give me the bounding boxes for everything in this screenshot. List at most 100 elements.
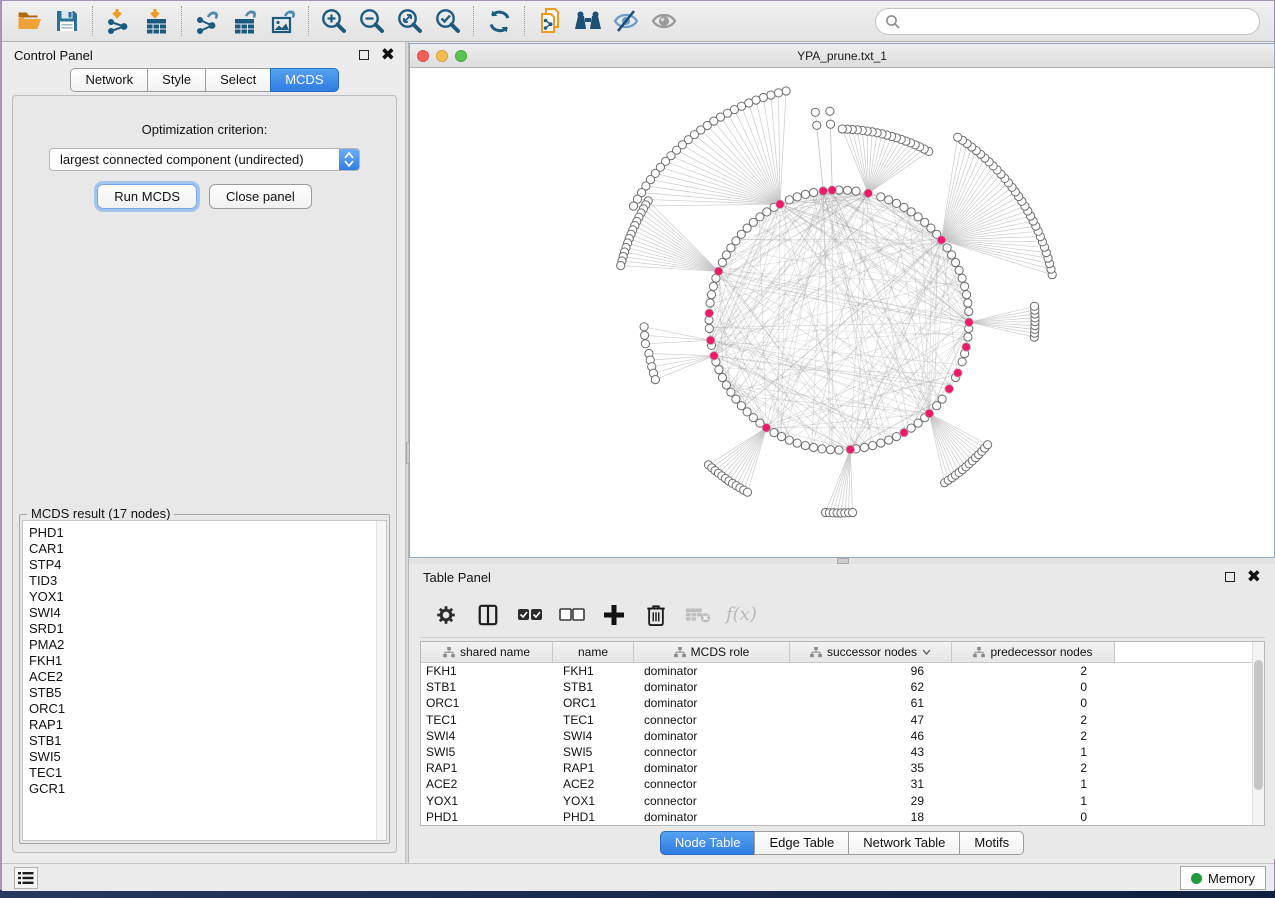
- criterion-dropdown[interactable]: largest connected component (undirected): [49, 148, 360, 171]
- column-header-MCDS-role[interactable]: MCDS role: [634, 642, 790, 662]
- import-table-button[interactable]: [137, 4, 175, 38]
- find-neighbors-button[interactable]: [569, 4, 607, 38]
- control-panel-tabs: NetworkStyleSelectMCDS: [4, 68, 405, 92]
- mcds-result-item[interactable]: SWI4: [23, 605, 376, 621]
- list-scrollbar[interactable]: [376, 521, 386, 840]
- show-columns-button[interactable]: [474, 600, 502, 630]
- zoom-selected-button[interactable]: [429, 4, 467, 38]
- mcds-result-item[interactable]: TEC1: [23, 765, 376, 781]
- mcds-result-item[interactable]: CAR1: [23, 541, 376, 557]
- open-button[interactable]: [10, 4, 48, 38]
- table-row[interactable]: TEC1TEC1connector472: [421, 712, 1264, 728]
- tab-network-table[interactable]: Network Table: [848, 831, 960, 855]
- table-cell: 35: [790, 761, 952, 775]
- refresh-button[interactable]: [480, 4, 518, 38]
- clone-network-button[interactable]: [531, 4, 569, 38]
- mcds-result-item[interactable]: STB5: [23, 685, 376, 701]
- mcds-result-item[interactable]: PMA2: [23, 637, 376, 653]
- create-column-button[interactable]: [600, 600, 628, 630]
- mcds-result-item[interactable]: SRD1: [23, 621, 376, 637]
- table-cell: dominator: [634, 810, 790, 824]
- mcds-result-item[interactable]: FKH1: [23, 653, 376, 669]
- mcds-result-item[interactable]: RAP1: [23, 717, 376, 733]
- export-network-button[interactable]: [188, 4, 226, 38]
- table-cell: 2: [952, 729, 1115, 743]
- float-panel-icon[interactable]: [1225, 572, 1235, 582]
- table-cell: YOX1: [553, 794, 634, 808]
- table-cell: dominator: [634, 696, 790, 710]
- dropdown-stepper-icon: [339, 149, 359, 170]
- table-row[interactable]: SWI5SWI5connector431: [421, 744, 1264, 760]
- tab-style[interactable]: Style: [147, 68, 206, 92]
- mcds-result-item[interactable]: TID3: [23, 573, 376, 589]
- close-panel-icon[interactable]: ✖: [381, 50, 395, 60]
- table-settings-button[interactable]: [432, 600, 460, 630]
- tab-mcds[interactable]: MCDS: [270, 68, 338, 92]
- table-cell: 2: [952, 664, 1115, 678]
- tab-motifs[interactable]: Motifs: [959, 831, 1024, 855]
- sitemap-icon: [810, 647, 822, 658]
- column-header-name[interactable]: name: [553, 642, 634, 662]
- import-network-button[interactable]: [99, 4, 137, 38]
- mcds-result-item[interactable]: ORC1: [23, 701, 376, 717]
- memory-button[interactable]: Memory: [1180, 866, 1266, 890]
- network-titlebar[interactable]: YPA_prune.txt_1: [410, 44, 1274, 68]
- mcds-result-item[interactable]: GCR1: [23, 781, 376, 797]
- column-header-shared-name[interactable]: shared name: [421, 642, 553, 662]
- table-row[interactable]: STB1STB1dominator620: [421, 679, 1264, 695]
- delete-column-button[interactable]: [642, 600, 670, 630]
- tab-network[interactable]: Network: [70, 68, 148, 92]
- column-header-successor-nodes[interactable]: successor nodes: [790, 642, 952, 662]
- mcds-result-item[interactable]: ACE2: [23, 669, 376, 685]
- zoom-in-button[interactable]: [315, 4, 353, 38]
- table-panel: Table Panel ✖: [409, 564, 1275, 859]
- column-header-predecessor-nodes[interactable]: predecessor nodes: [952, 642, 1115, 662]
- export-image-button[interactable]: [264, 4, 302, 38]
- mcds-result-item[interactable]: SWI5: [23, 749, 376, 765]
- table-cell: connector: [634, 713, 790, 727]
- export-image-icon: [270, 8, 297, 35]
- mcds-result-item[interactable]: STB1: [23, 733, 376, 749]
- table-row[interactable]: PHD1PHD1dominator180: [421, 809, 1264, 825]
- zoom-out-button[interactable]: [353, 4, 391, 38]
- save-button[interactable]: [48, 4, 86, 38]
- columns-icon: [477, 603, 499, 627]
- search-input[interactable]: [875, 8, 1260, 35]
- table-row[interactable]: RAP1RAP1dominator352: [421, 760, 1264, 776]
- table-cell: SWI5: [553, 745, 634, 759]
- task-history-button[interactable]: [14, 867, 38, 889]
- hide-button[interactable]: [607, 4, 645, 38]
- table-row[interactable]: ACE2ACE2connector311: [421, 776, 1264, 792]
- mcds-result-item[interactable]: PHD1: [23, 525, 376, 541]
- select-all-button[interactable]: [516, 600, 544, 630]
- deselect-all-button[interactable]: [558, 600, 586, 630]
- table-cell: 0: [952, 696, 1115, 710]
- table-cell: 31: [790, 777, 952, 791]
- export-table-button[interactable]: [226, 4, 264, 38]
- run-mcds-button[interactable]: Run MCDS: [97, 184, 197, 209]
- table-body: FKH1FKH1dominator962STB1STB1dominator620…: [421, 663, 1264, 825]
- float-panel-icon[interactable]: [359, 50, 369, 60]
- network-canvas[interactable]: [410, 68, 1274, 557]
- table-row[interactable]: SWI4SWI4dominator462: [421, 728, 1264, 744]
- table-row[interactable]: YOX1YOX1connector291: [421, 793, 1264, 809]
- zoom-in-icon: [320, 7, 348, 35]
- table-cell: SWI5: [421, 745, 553, 759]
- show-button[interactable]: [645, 4, 683, 38]
- close-panel-button[interactable]: Close panel: [209, 184, 312, 209]
- mcds-result-item[interactable]: YOX1: [23, 589, 376, 605]
- tab-node-table[interactable]: Node Table: [660, 831, 756, 855]
- zoom-fit-button[interactable]: [391, 4, 429, 38]
- table-scrollbar[interactable]: [1252, 642, 1264, 825]
- sitemap-icon: [443, 647, 455, 658]
- tab-select[interactable]: Select: [205, 68, 271, 92]
- close-panel-icon[interactable]: ✖: [1247, 572, 1261, 582]
- table-cell: 0: [952, 680, 1115, 694]
- tab-edge-table[interactable]: Edge Table: [754, 831, 849, 855]
- scrollbar-thumb[interactable]: [1254, 660, 1263, 790]
- table-row[interactable]: FKH1FKH1dominator962: [421, 663, 1264, 679]
- mcds-result-item[interactable]: STP4: [23, 557, 376, 573]
- memory-label: Memory: [1208, 871, 1255, 886]
- table-row[interactable]: ORC1ORC1dominator610: [421, 695, 1264, 711]
- toolbar-separator: [473, 6, 474, 36]
